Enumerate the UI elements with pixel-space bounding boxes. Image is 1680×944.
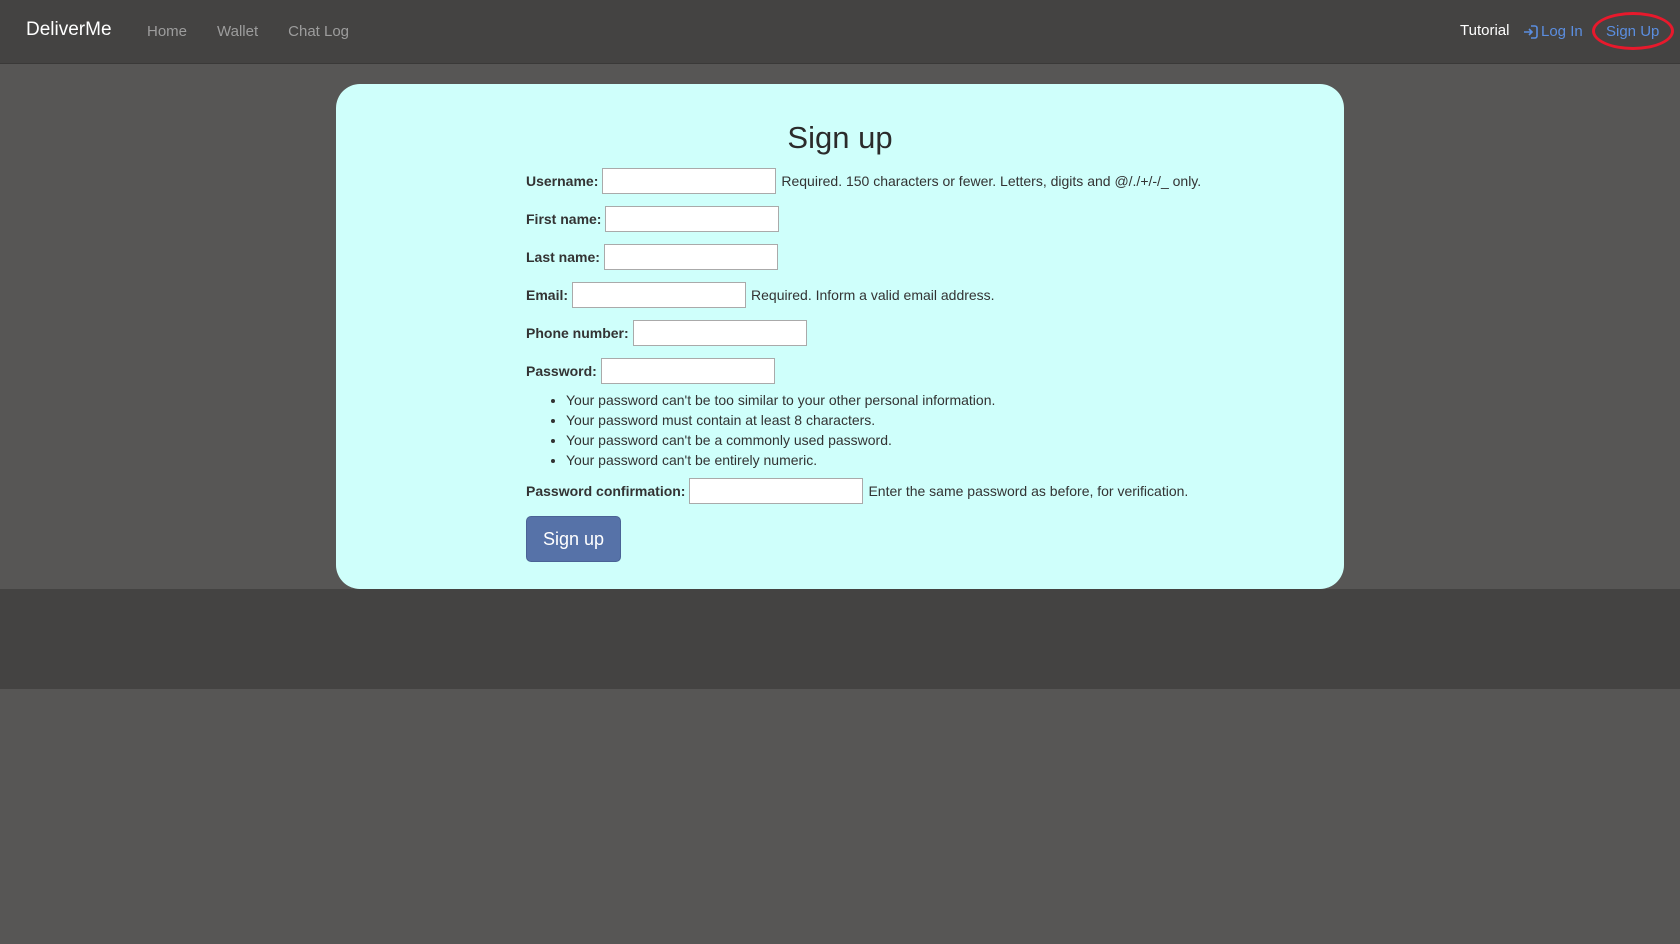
tutorial-link[interactable]: Tutorial — [1460, 22, 1509, 39]
login-link[interactable]: Log In — [1523, 23, 1583, 40]
email-label: Email: — [526, 287, 569, 303]
footer — [0, 589, 1680, 689]
password-help-list: Your password can't be too similar to yo… — [526, 390, 1201, 470]
last-name-label: Last name: — [526, 249, 600, 265]
password-row: Password: — [526, 358, 1201, 384]
password-help-item: Your password must contain at least 8 ch… — [566, 410, 1201, 430]
signup-card: Sign up Username: Required. 150 characte… — [336, 84, 1344, 589]
first-name-row: First name: — [526, 206, 1201, 232]
email-help: Required. Inform a valid email address. — [751, 287, 995, 303]
phone-input[interactable] — [632, 320, 807, 346]
password-label: Password: — [526, 363, 597, 379]
password-help-item: Your password can't be too similar to yo… — [566, 390, 1201, 410]
nav-right: Tutorial Log In Sign Up — [1280, 12, 1680, 50]
signup-submit-button[interactable]: Sign up — [526, 516, 621, 562]
email-input[interactable] — [572, 282, 747, 308]
nav-chat-log-link[interactable]: Chat Log — [288, 23, 349, 40]
username-label: Username: — [526, 173, 599, 189]
password-help-item: Your password can't be a commonly used p… — [566, 430, 1201, 450]
username-input[interactable] — [602, 168, 777, 194]
nav-wallet-link[interactable]: Wallet — [217, 23, 258, 40]
last-name-row: Last name: — [526, 244, 1201, 270]
password-confirmation-label: Password confirmation: — [526, 483, 686, 499]
email-row: Email: Required. Inform a valid email ad… — [526, 282, 1201, 308]
page-title: Sign up — [787, 120, 893, 155]
last-name-input[interactable] — [603, 244, 778, 270]
username-row: Username: Required. 150 characters or fe… — [526, 168, 1201, 194]
password-confirmation-row: Password confirmation: Enter the same pa… — [526, 478, 1201, 504]
login-icon — [1524, 24, 1538, 39]
password-help-item: Your password can't be entirely numeric. — [566, 450, 1201, 470]
password-confirmation-input[interactable] — [689, 478, 864, 504]
password-confirmation-help: Enter the same password as before, for v… — [868, 483, 1189, 499]
highlight-circle — [1592, 12, 1674, 50]
username-help: Required. 150 characters or fewer. Lette… — [781, 173, 1202, 189]
top-navbar: DeliverMe Home Wallet Chat Log Tutorial … — [0, 0, 1680, 64]
first-name-input[interactable] — [605, 206, 780, 232]
password-input[interactable] — [600, 358, 775, 384]
nav-links: Home Wallet Chat Log — [147, 23, 379, 40]
nav-home-link[interactable]: Home — [147, 23, 187, 40]
signup-form: Username: Required. 150 characters or fe… — [526, 168, 1201, 562]
login-label: Log In — [1541, 23, 1583, 40]
phone-label: Phone number: — [526, 325, 629, 341]
phone-row: Phone number: — [526, 320, 1201, 346]
brand-link[interactable]: DeliverMe — [26, 19, 112, 41]
first-name-label: First name: — [526, 211, 602, 227]
